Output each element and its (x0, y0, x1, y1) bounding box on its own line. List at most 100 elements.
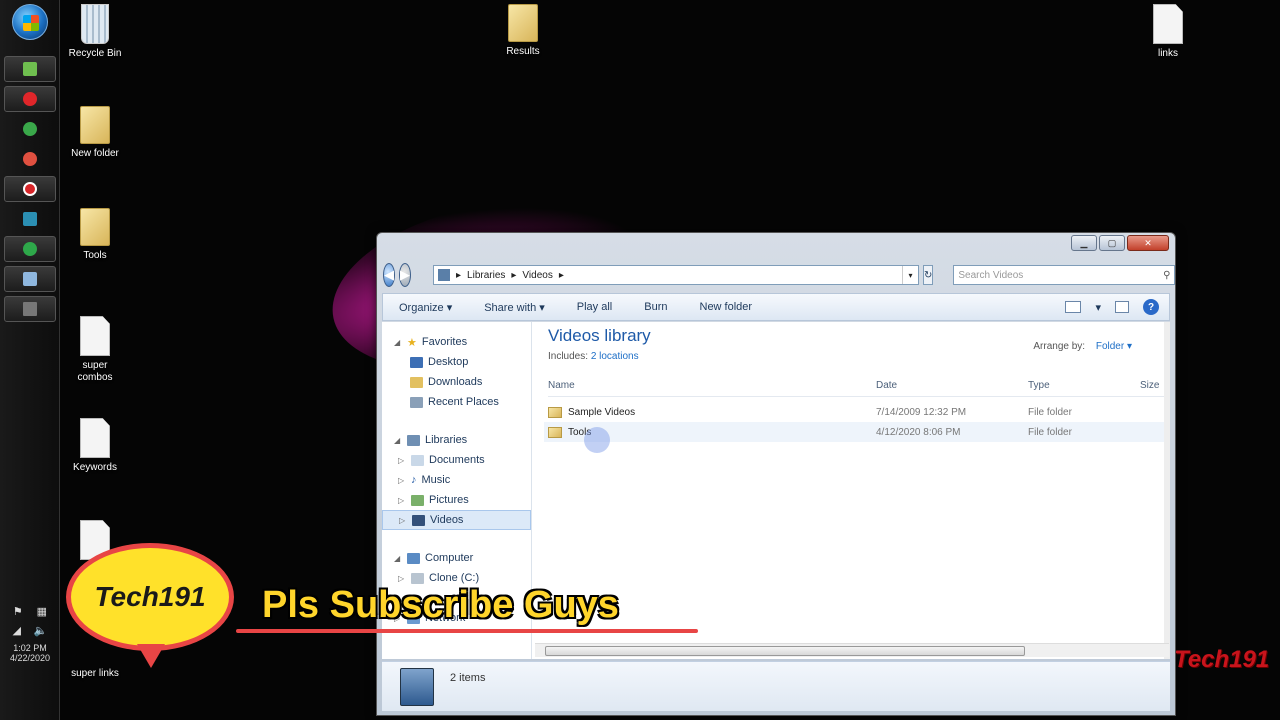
help-icon[interactable]: ? (1143, 299, 1159, 315)
expand-icon: ▷ (398, 455, 405, 465)
play-all-button[interactable]: Play all (577, 301, 612, 313)
nav-label: Recent Places (428, 396, 499, 408)
library-includes: Includes: 2 locations (548, 351, 639, 362)
breadcrumb-separator: ▸ (456, 269, 462, 281)
desktop-icon-label: super links (71, 668, 119, 679)
desktop-icon-super-combos[interactable]: super combos (60, 316, 130, 384)
search-icon: ⚲ (1163, 269, 1171, 281)
signal-icon[interactable]: ◢ (12, 624, 20, 637)
taskbar-app-button-3[interactable] (4, 176, 56, 202)
nav-label: Desktop (428, 356, 469, 368)
column-name[interactable]: Name (548, 380, 575, 391)
start-button[interactable] (12, 4, 48, 40)
breadcrumb-separator: ▸ (511, 269, 517, 281)
minimize-button[interactable]: ▁ (1071, 235, 1097, 251)
expand-icon: ▷ (398, 475, 405, 485)
arrange-by: Arrange by: Folder ▾ (1033, 341, 1132, 352)
desktop-icon-results[interactable]: Results (488, 4, 558, 58)
document-icon (80, 418, 110, 458)
arrange-by-dropdown[interactable]: Folder ▾ (1096, 341, 1132, 352)
nav-desktop[interactable]: Desktop (382, 352, 531, 372)
nav-pictures[interactable]: ▷ Pictures (382, 490, 531, 510)
desktop-icon-tools[interactable]: Tools (60, 208, 130, 262)
breadcrumb-videos[interactable]: Videos (522, 270, 552, 281)
clock-time[interactable]: 1:02 PM (0, 643, 60, 653)
taskbar-app-button-5[interactable] (4, 236, 56, 262)
nav-recent-places[interactable]: Recent Places (382, 392, 531, 412)
volume-icon[interactable]: 🔈 (34, 624, 48, 637)
explorer-window[interactable]: ▁ ▢ ✕ ◀ ▶ ▸ Libraries ▸ Videos ▸ ▾ ↻ Sea… (376, 232, 1176, 716)
nav-label: Computer (425, 552, 474, 564)
nav-music[interactable]: ▷ ♪ Music (382, 470, 531, 490)
taskbar-app-button-6[interactable] (4, 266, 56, 292)
network-icon[interactable]: ▦ (37, 605, 47, 618)
row-type: File folder (1028, 426, 1072, 438)
includes-label: Includes: (548, 351, 589, 362)
nav-favorites[interactable]: ◢ ★ Favorites (382, 332, 531, 352)
taskbar-app-button-4[interactable] (4, 206, 56, 232)
expand-icon: ◢ (394, 435, 401, 445)
horizontal-scrollbar[interactable] (535, 643, 1169, 657)
desktop-icon-keywords[interactable]: Keywords (60, 418, 130, 474)
downloads-icon (410, 376, 423, 388)
nav-videos[interactable]: ▷ Videos (382, 510, 531, 530)
maximize-button[interactable]: ▢ (1099, 235, 1125, 251)
computer-icon (407, 552, 420, 564)
folder-icon (548, 406, 562, 418)
library-icon (438, 269, 450, 281)
column-type[interactable]: Type (1028, 380, 1050, 391)
flag-icon[interactable]: ⚑ (13, 605, 23, 618)
videos-icon (412, 514, 425, 526)
back-button[interactable]: ◀ (383, 263, 395, 287)
vertical-scrollbar[interactable] (1164, 322, 1170, 659)
row-type: File folder (1028, 406, 1072, 418)
row-date: 4/12/2020 8:06 PM (876, 426, 961, 438)
close-button[interactable]: ✕ (1127, 235, 1169, 251)
desktop-icon-new-folder[interactable]: New folder (60, 106, 130, 160)
view-options-icon[interactable] (1065, 301, 1082, 313)
documents-icon (411, 454, 424, 466)
music-icon: ♪ (411, 474, 417, 486)
locations-link[interactable]: 2 locations (591, 351, 639, 362)
pictures-icon (411, 494, 424, 506)
table-row[interactable]: Sample Videos 7/14/2009 12:32 PM File fo… (544, 402, 1170, 422)
address-dropdown-icon[interactable]: ▾ (902, 266, 918, 284)
column-size[interactable]: Size (1140, 380, 1159, 391)
forward-button[interactable]: ▶ (399, 263, 411, 287)
column-date[interactable]: Date (876, 380, 897, 391)
nav-computer[interactable]: ◢ Computer (382, 548, 531, 568)
expand-icon: ▷ (398, 573, 405, 583)
refresh-button[interactable]: ↻ (923, 265, 934, 285)
breadcrumb-libraries[interactable]: Libraries (467, 270, 505, 281)
taskbar-app-button-7[interactable] (4, 296, 56, 322)
taskbar-opera-button[interactable] (4, 86, 56, 112)
table-row[interactable]: Tools 4/12/2020 8:06 PM File folder (544, 422, 1170, 442)
preview-pane-icon[interactable] (1115, 301, 1129, 313)
nav-label: Downloads (428, 376, 483, 388)
taskbar-explorer-button[interactable] (4, 56, 56, 82)
address-bar[interactable]: ▸ Libraries ▸ Videos ▸ ▾ (433, 265, 919, 285)
drive-icon (411, 572, 424, 584)
desktop-icon-label: Tools (83, 250, 107, 261)
taskbar-app-button-1[interactable] (4, 116, 56, 142)
burn-button[interactable]: Burn (644, 301, 667, 313)
green-app-icon (23, 122, 37, 136)
taskbar-app-button-2[interactable] (4, 146, 56, 172)
desktop-icon-label: Recycle Bin (68, 48, 122, 59)
share-with-button[interactable]: Share with ▾ (484, 301, 545, 314)
scrollbar-thumb[interactable] (545, 646, 1025, 656)
nav-libraries[interactable]: ◢ Libraries (382, 430, 531, 450)
nav-label: Favorites (421, 336, 468, 348)
banner-underline (236, 629, 698, 633)
search-input[interactable]: Search Videos ⚲ (953, 265, 1176, 285)
view-dropdown-icon[interactable]: ▾ (1095, 301, 1101, 314)
nav-documents[interactable]: ▷ Documents (382, 450, 531, 470)
document-icon (80, 316, 110, 356)
new-folder-button[interactable]: New folder (700, 301, 753, 313)
nav-downloads[interactable]: Downloads (382, 372, 531, 392)
clock-date[interactable]: 4/22/2020 (0, 653, 60, 663)
desktop-icon-links[interactable]: links (1133, 4, 1203, 60)
organize-button[interactable]: Organize ▾ (399, 301, 452, 314)
recent-places-icon (410, 396, 423, 408)
desktop-icon-recycle-bin[interactable]: Recycle Bin (60, 4, 130, 60)
